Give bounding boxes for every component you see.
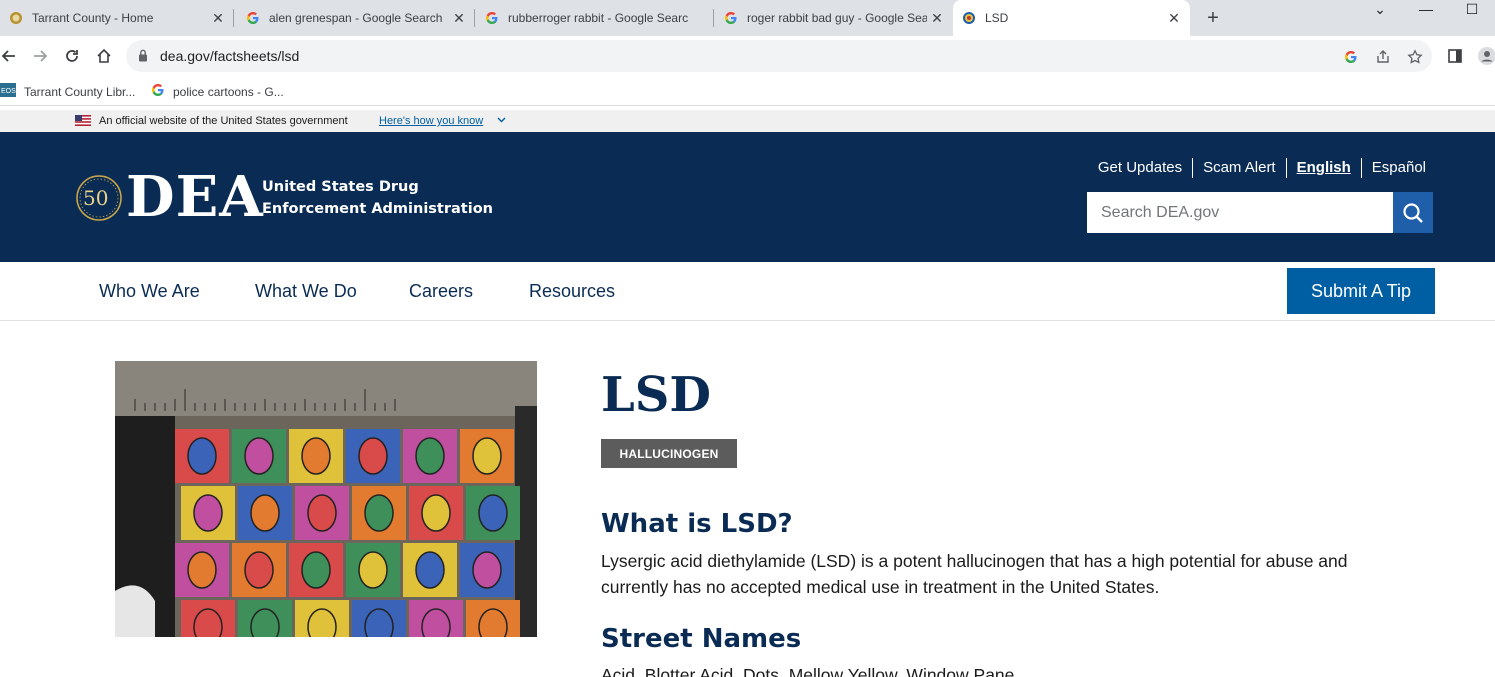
svg-text:EOS: EOS xyxy=(1,88,16,95)
tab-search-chevron-icon[interactable]: ⌄ xyxy=(1357,0,1403,30)
close-tab-icon[interactable]: ✕ xyxy=(208,10,228,27)
home-button[interactable] xyxy=(92,44,116,68)
google-icon xyxy=(723,10,739,26)
how-you-know-link[interactable]: Here's how you know xyxy=(379,115,483,127)
tab-title: LSD xyxy=(985,11,1009,25)
close-tab-icon[interactable]: ✕ xyxy=(927,10,947,27)
address-bar[interactable]: dea.gov/factsheets/lsd xyxy=(126,40,1432,72)
bookmark-label: police cartoons - G... xyxy=(173,84,284,99)
minimize-window-button[interactable]: — xyxy=(1403,0,1449,30)
submit-tip-button[interactable]: Submit A Tip xyxy=(1287,268,1435,314)
close-tab-icon[interactable]: ✕ xyxy=(1164,10,1184,27)
dea-50th-seal-icon[interactable]: 50 xyxy=(76,175,122,221)
utility-links: Get Updates Scam Alert English Español xyxy=(1088,158,1426,178)
reload-button[interactable] xyxy=(60,44,84,68)
english-language-link[interactable]: English xyxy=(1287,158,1362,178)
browser-tab[interactable]: rubberroger rabbit - Google Search ✕ xyxy=(476,0,714,36)
library-favicon-icon: EOS xyxy=(0,83,16,100)
browser-tab[interactable]: alen grenespan - Google Search ✕ xyxy=(237,0,475,36)
nav-what-we-do[interactable]: What We Do xyxy=(255,281,357,302)
side-panel-icon[interactable] xyxy=(1443,44,1467,68)
dea-logo-text[interactable]: DEA xyxy=(126,166,264,228)
gov-banner-text: An official website of the United States… xyxy=(99,115,348,127)
tab-title: Tarrant County - Home xyxy=(32,11,154,25)
get-updates-link[interactable]: Get Updates xyxy=(1088,158,1194,178)
nav-who-we-are[interactable]: Who We Are xyxy=(99,281,200,302)
url-text[interactable]: dea.gov/factsheets/lsd xyxy=(160,48,299,64)
profile-avatar-icon[interactable] xyxy=(1475,44,1495,68)
dea-favicon-icon xyxy=(961,10,977,26)
nav-resources[interactable]: Resources xyxy=(529,281,615,302)
what-is-paragraph: Lysergic acid diethylamide (LSD) is a po… xyxy=(601,551,1348,597)
bookmark-star-icon[interactable] xyxy=(1406,48,1424,66)
tab-title: rubberroger rabbit - Google Search xyxy=(508,11,688,25)
bookmark-item[interactable]: police cartoons - G... xyxy=(151,83,284,100)
tab-title: alen grenespan - Google Search xyxy=(269,11,443,25)
google-lens-icon[interactable] xyxy=(1342,48,1360,66)
official-gov-banner: An official website of the United States… xyxy=(0,110,1495,132)
browser-tab-strip: Tarrant County - Home ✕ alen grenespan -… xyxy=(0,0,1495,36)
close-tab-icon[interactable]: ✕ xyxy=(449,10,469,27)
espanol-language-link[interactable]: Español xyxy=(1362,158,1426,178)
us-flag-icon xyxy=(75,115,91,126)
share-icon[interactable] xyxy=(1374,48,1392,66)
street-names-heading: Street Names xyxy=(601,624,802,654)
browser-tab[interactable]: Tarrant County - Home ✕ xyxy=(0,0,234,36)
google-icon xyxy=(245,10,261,26)
what-is-heading: What is LSD? xyxy=(601,509,793,539)
lock-icon[interactable] xyxy=(138,49,148,67)
seal-text: 50 xyxy=(83,186,109,210)
agency-name[interactable]: United States Drug Enforcement Administr… xyxy=(262,176,522,220)
browser-toolbar: dea.gov/factsheets/lsd xyxy=(0,36,1495,76)
back-button[interactable] xyxy=(0,44,21,68)
bookmark-item[interactable]: EOS Tarrant County Libr... xyxy=(0,83,135,100)
search-button[interactable] xyxy=(1393,192,1433,233)
browser-tab-active[interactable]: LSD ✕ xyxy=(953,0,1190,36)
page-title: LSD xyxy=(601,367,712,423)
site-header: 50 DEA United States Drug Enforcement Ad… xyxy=(0,132,1495,262)
new-tab-button[interactable]: + xyxy=(1200,5,1226,31)
search-input[interactable] xyxy=(1087,192,1393,233)
google-icon xyxy=(151,83,165,100)
search-icon xyxy=(1403,202,1423,223)
drug-class-tag[interactable]: HALLUCINOGEN xyxy=(601,439,737,468)
street-names-text: Acid, Blotter Acid, Dots, Mellow Yellow,… xyxy=(601,665,1015,677)
scam-alert-link[interactable]: Scam Alert xyxy=(1193,158,1287,178)
tab-title: roger rabbit bad guy - Google Search xyxy=(747,11,927,25)
maximize-window-button[interactable]: ☐ xyxy=(1449,0,1495,30)
nav-careers[interactable]: Careers xyxy=(409,281,473,302)
browser-tab[interactable]: roger rabbit bad guy - Google Search ✕ xyxy=(715,0,953,36)
bookmarks-bar: EOS Tarrant County Libr... police cartoo… xyxy=(0,76,1495,106)
chevron-down-icon[interactable] xyxy=(497,115,506,127)
lsd-blotter-photo xyxy=(115,361,537,637)
seal-favicon-icon xyxy=(8,10,24,26)
main-navigation: Who We Are What We Do Careers Resources … xyxy=(0,262,1495,321)
bookmark-label: Tarrant County Libr... xyxy=(24,84,136,99)
forward-button[interactable] xyxy=(28,44,52,68)
google-icon xyxy=(484,10,500,26)
